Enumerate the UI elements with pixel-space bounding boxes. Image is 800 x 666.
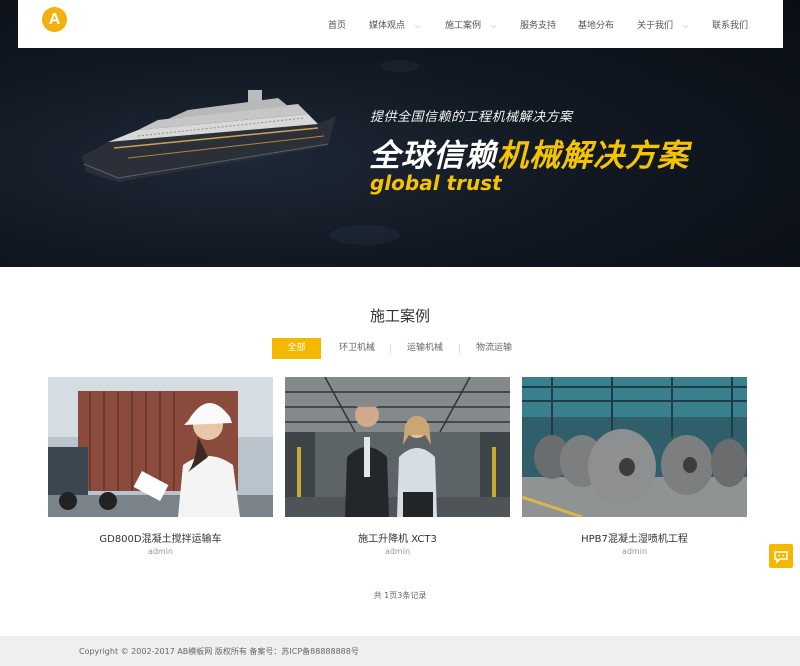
worker-with-container-image[interactable] [48,377,273,517]
nav-item-media[interactable]: 媒体观点 ⌵ [369,18,420,31]
nav-item-bases[interactable]: 基地分布 [578,18,614,31]
nav-item-label: 服务支持 [520,21,557,31]
hero-headline-white: 全球信赖 [369,138,497,174]
nav-item-label: 关于我们 [637,21,674,31]
cruise-ship-image [82,90,336,182]
case-card[interactable]: GD800D混凝土搅拌运输车 admin [48,377,273,556]
water-ripple [380,60,420,72]
case-card-author: admin [621,547,648,556]
hero-english-slogan: global trust [370,171,502,195]
chevron-down-icon: ⌵ [415,22,421,30]
nav-item-contact[interactable]: 联系我们 [712,18,748,31]
chevron-down-icon: ⌵ [491,22,497,30]
water-ripple [330,225,400,245]
case-card[interactable]: 施工升降机 XCT3 admin [285,377,510,556]
filter-tab-logistics[interactable]: 物流运输 [470,338,518,359]
filter-divider [390,344,391,353]
filter-divider [459,344,460,353]
nav-item-about[interactable]: 关于我们 ⌵ [637,18,688,31]
nav-item-label: 媒体观点 [369,21,406,31]
site-logo[interactable]: A [42,7,67,32]
hero-headline-yellow: 机械解决方案 [497,138,689,174]
nav-item-support[interactable]: 服务支持 [520,18,556,31]
nav-item-cases[interactable]: 施工案例 ⌵ [445,18,496,31]
filter-tab-sanitation[interactable]: 环卫机械 [333,338,381,359]
case-card-author: admin [384,547,411,556]
chat-icon [774,551,788,564]
nav-item-label: 基地分布 [578,21,615,31]
chevron-down-icon: ⌵ [683,22,689,30]
top-navbar: A 首页 媒体观点 ⌵ 施工案例 ⌵ 服务支持 基地分布 关于我们 ⌵ 联系我们 [18,0,783,48]
case-card[interactable]: HPB7混凝土湿喷机工程 admin [522,377,747,556]
chat-button[interactable] [769,544,793,568]
filter-tab-transport[interactable]: 运输机械 [401,338,449,359]
case-card-author: admin [147,547,174,556]
business-people-warehouse-image[interactable] [285,377,510,517]
footer: Copyright © 2002-2017 AB模板网 版权所有 备案号：苏IC… [0,636,800,666]
footer-copyright: Copyright © 2002-2017 AB模板网 版权所有 备案号：苏IC… [79,647,359,656]
steel-coils-image[interactable] [522,377,747,517]
nav-item-label: 施工案例 [445,21,482,31]
pagination-info: 共 1页3条记录 [373,591,427,600]
nav-item-label: 首页 [328,21,347,31]
hero-tagline: 提供全国信赖的工程机械解决方案 [370,110,573,125]
case-card-title[interactable]: 施工升降机 XCT3 [285,530,510,545]
nav-item-label: 联系我们 [712,21,749,31]
section-title: 施工案例 [369,307,430,325]
nav-item-home[interactable]: 首页 [328,18,346,31]
case-card-title[interactable]: GD800D混凝土搅拌运输车 [48,530,273,545]
logo-letter: A [48,11,61,28]
filter-tab-all[interactable]: 全部 [272,338,321,359]
hero-headline: 全球信赖机械解决方案 [369,130,689,175]
case-card-title[interactable]: HPB7混凝土湿喷机工程 [522,530,747,545]
